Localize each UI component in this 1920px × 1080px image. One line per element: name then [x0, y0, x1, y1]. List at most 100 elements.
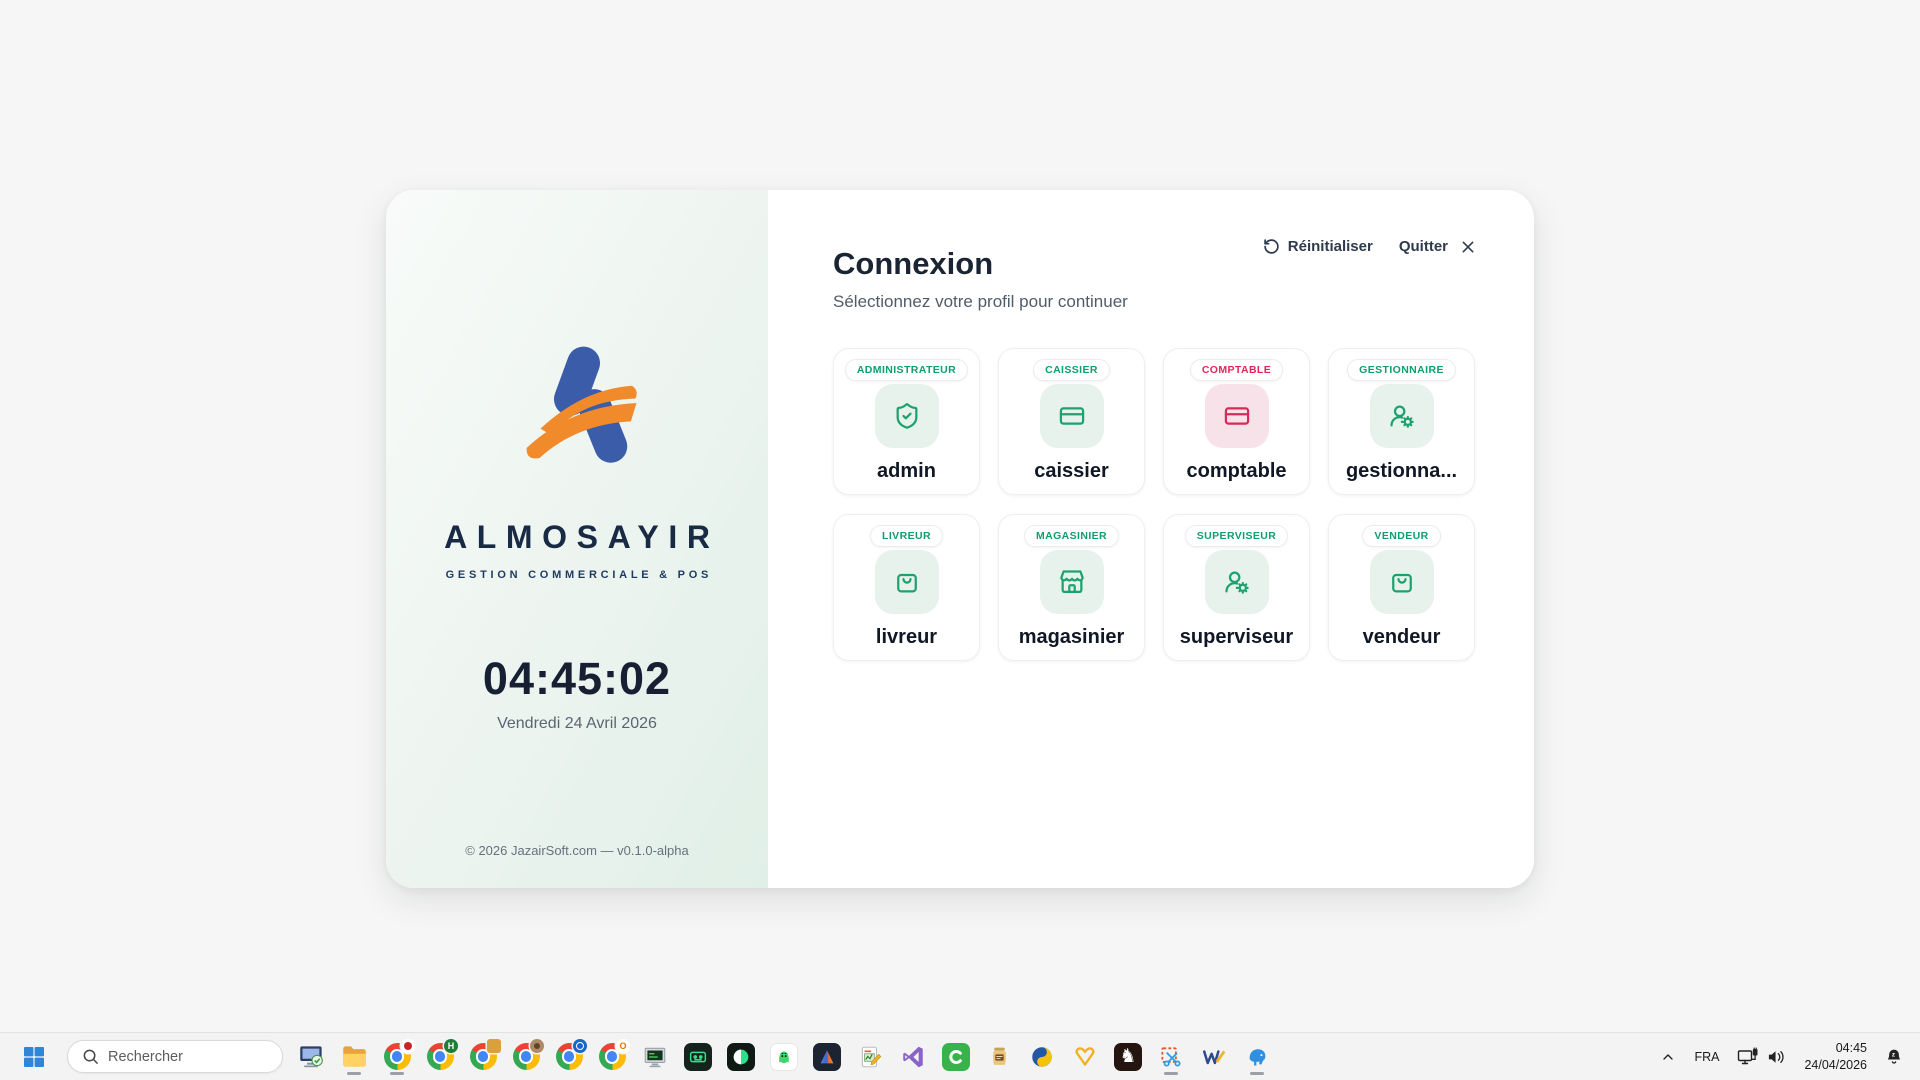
- page-subtitle: Sélectionnez votre profil pour continuer: [833, 292, 1476, 312]
- terminal-monitor-icon[interactable]: [635, 1037, 675, 1077]
- profile-card-caissier[interactable]: CAISSIER caissier: [998, 348, 1145, 495]
- network-icon: [1737, 1047, 1759, 1066]
- profile-name: livreur: [876, 626, 937, 649]
- reset-button[interactable]: Réinitialiser: [1263, 238, 1373, 255]
- chrome-profile-6-icon[interactable]: [592, 1037, 632, 1077]
- chrome-profile-badge: [487, 1039, 501, 1053]
- rotate-ccw-icon: [1263, 238, 1280, 255]
- taskbar-search[interactable]: [67, 1040, 283, 1073]
- profile-name: magasinier: [1019, 626, 1125, 649]
- tray-date: 24/04/2026: [1804, 1057, 1867, 1073]
- file-explorer-icon[interactable]: [334, 1037, 374, 1077]
- profile-role-badge: VENDEUR: [1362, 525, 1440, 547]
- brand-tagline: GESTION COMMERCIALE & POS: [442, 569, 712, 581]
- profile-role-badge: SUPERVISEUR: [1185, 525, 1288, 547]
- start-button[interactable]: [14, 1037, 54, 1077]
- shopping-bag-icon: [1370, 550, 1434, 614]
- running-indicator: [347, 1072, 361, 1075]
- visual-studio-icon[interactable]: [893, 1037, 933, 1077]
- chrome-profile-badge: [616, 1039, 630, 1053]
- chrome-profile-badge: [401, 1039, 415, 1053]
- quit-label: Quitter: [1399, 238, 1448, 255]
- page-title: Connexion: [833, 190, 1476, 282]
- chrome-profile-3-icon[interactable]: [463, 1037, 503, 1077]
- profile-role-badge: GESTIONNAIRE: [1347, 359, 1456, 381]
- app-window: ALMOSAYIR GESTION COMMERCIALE & POS 04:4…: [386, 190, 1534, 888]
- desktop: { "window": { "left_panel": { "brand": "…: [0, 0, 1920, 1080]
- pc-status-icon[interactable]: [291, 1037, 331, 1077]
- profile-card-admin[interactable]: ADMINISTRATEUR admin: [833, 348, 980, 495]
- taskbar: ♞ FRA: [0, 1032, 1920, 1080]
- running-indicator: [1164, 1072, 1178, 1075]
- contrast-app-icon[interactable]: [721, 1037, 761, 1077]
- credit-card-icon: [1040, 384, 1104, 448]
- swirl-app-icon[interactable]: [1022, 1037, 1062, 1077]
- clock: 04:45:02: [483, 653, 671, 705]
- almosayir-logo-icon: [513, 340, 641, 473]
- tray-chevron-up-icon[interactable]: [1653, 1037, 1683, 1077]
- profile-name: superviseur: [1180, 626, 1293, 649]
- profile-name: admin: [877, 460, 936, 483]
- profile-card-superviseur[interactable]: SUPERVISEUR superviseur: [1163, 514, 1310, 661]
- brand-name: ALMOSAYIR: [434, 519, 719, 556]
- cassette-app-icon[interactable]: [678, 1037, 718, 1077]
- profile-name: gestionna...: [1346, 460, 1457, 483]
- reset-label: Réinitialiser: [1288, 238, 1373, 255]
- tray-language[interactable]: FRA: [1687, 1037, 1726, 1077]
- mountain-a-app-icon[interactable]: [807, 1037, 847, 1077]
- close-icon[interactable]: [1460, 239, 1476, 255]
- credit-card-icon: [1205, 384, 1269, 448]
- left-panel: ALMOSAYIR GESTION COMMERCIALE & POS 04:4…: [386, 190, 768, 888]
- user-gear-icon: [1205, 550, 1269, 614]
- mascot-app-icon[interactable]: [764, 1037, 804, 1077]
- profile-role-badge: COMPTABLE: [1190, 359, 1283, 381]
- chrome-profile-5-icon[interactable]: [549, 1037, 589, 1077]
- user-gear-icon: [1370, 384, 1434, 448]
- profile-name: vendeur: [1363, 626, 1441, 649]
- profile-name: caissier: [1034, 460, 1109, 483]
- snipping-tool-icon[interactable]: [1151, 1037, 1191, 1077]
- store-icon: [1040, 550, 1104, 614]
- date-label: Vendredi 24 Avril 2026: [497, 715, 657, 733]
- profile-card-livreur[interactable]: LIVREUR livreur: [833, 514, 980, 661]
- search-input[interactable]: [108, 1049, 258, 1065]
- copyright: © 2026 JazairSoft.com — v0.1.0-alpha: [465, 843, 688, 858]
- chrome-profile-4-icon[interactable]: [506, 1037, 546, 1077]
- w-pencil-app-icon[interactable]: [1194, 1037, 1234, 1077]
- right-panel: Réinitialiser Quitter Connexion Sélectio…: [768, 190, 1534, 888]
- profile-role-badge: CAISSIER: [1033, 359, 1110, 381]
- chrome-profile-badge: [573, 1039, 587, 1053]
- profile-grid: ADMINISTRATEUR admin CAISSIER caissier COMPT…: [833, 348, 1476, 661]
- camtasia-icon[interactable]: [936, 1037, 976, 1077]
- profile-role-badge: LIVREUR: [870, 525, 943, 547]
- profile-role-badge: MAGASINIER: [1024, 525, 1119, 547]
- profile-role-badge: ADMINISTRATEUR: [845, 359, 968, 381]
- tray-network-and-volume[interactable]: [1730, 1037, 1793, 1077]
- profile-card-magasinier[interactable]: MAGASINIER magasinier: [998, 514, 1145, 661]
- taskbar-apps: ♞: [291, 1037, 1280, 1077]
- chrome-profile-badge: [444, 1039, 458, 1053]
- v-app-icon[interactable]: [1065, 1037, 1105, 1077]
- notification-bell-icon[interactable]: z: [1878, 1037, 1910, 1077]
- profile-card-vendeur[interactable]: VENDEUR vendeur: [1328, 514, 1475, 661]
- windows-logo-icon: [22, 1045, 46, 1069]
- chrome-profile-2-icon[interactable]: [420, 1037, 460, 1077]
- profile-card-comptable[interactable]: COMPTABLEcomptable: [1163, 348, 1310, 495]
- tray-time: 04:45: [1804, 1040, 1867, 1056]
- profile-card-gestionna[interactable]: GESTIONNAIRE gestionna...: [1328, 348, 1475, 495]
- shopping-bag-icon: [875, 550, 939, 614]
- chess-app-icon[interactable]: ♞: [1108, 1037, 1148, 1077]
- chrome-profile-1-icon[interactable]: [377, 1037, 417, 1077]
- search-icon: [82, 1048, 99, 1065]
- running-indicator: [390, 1072, 404, 1075]
- header-actions: Réinitialiser Quitter: [1263, 238, 1476, 255]
- chrome-profile-badge: [530, 1039, 544, 1053]
- system-tray: FRA 04:45 24/04/2026: [1653, 1037, 1910, 1077]
- quit-button[interactable]: Quitter: [1399, 238, 1476, 255]
- tray-clock[interactable]: 04:45 24/04/2026: [1797, 1037, 1874, 1077]
- notes-app-icon[interactable]: [850, 1037, 890, 1077]
- shield-check-icon: [875, 384, 939, 448]
- elephant-app-icon[interactable]: [1237, 1037, 1277, 1077]
- jar-app-icon[interactable]: [979, 1037, 1019, 1077]
- svg-text:z: z: [1892, 1051, 1895, 1058]
